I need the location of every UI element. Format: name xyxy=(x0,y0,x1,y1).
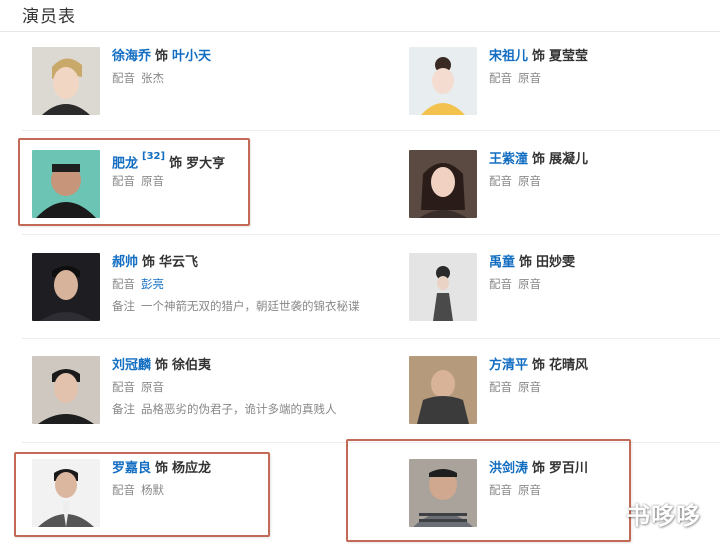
role-name: 华云飞 xyxy=(159,255,199,270)
row-divider xyxy=(22,338,720,339)
role-name: 徐伯夷 xyxy=(172,358,212,373)
actor-name-link[interactable]: 方清平 xyxy=(489,358,528,373)
dubbing-label: 配音 xyxy=(112,277,135,291)
row-divider xyxy=(22,130,720,131)
note-value: 品格恶劣的伪君子，诡计多端的真贱人 xyxy=(141,402,337,416)
actor-name-link[interactable]: 王紫潼 xyxy=(489,152,528,167)
role-name: 花晴风 xyxy=(549,358,589,373)
row-divider xyxy=(22,234,720,235)
cast-card: 方清平饰花晴风 配音 原音 xyxy=(409,356,720,436)
cast-card: 禹童饰田妙雯 配音 原音 xyxy=(409,253,720,333)
note-value: 一个神箭无双的猎户，朝廷世袭的锦衣秘谍 xyxy=(141,299,360,313)
plays-label: 饰 xyxy=(532,152,546,167)
highlight-box xyxy=(346,439,631,542)
dubbing-label: 配音 xyxy=(112,380,135,394)
actor-photo[interactable] xyxy=(32,47,100,115)
plays-label: 饰 xyxy=(155,49,169,64)
dubbing-value: 原音 xyxy=(518,380,541,394)
dubbing-label: 配音 xyxy=(489,277,512,291)
dubbing-label: 配音 xyxy=(489,71,512,85)
plays-label: 饰 xyxy=(532,49,546,64)
plays-label: 饰 xyxy=(519,255,533,270)
note-label: 备注 xyxy=(112,402,135,416)
actor-photo[interactable] xyxy=(32,356,100,424)
plays-label: 饰 xyxy=(155,358,169,373)
section-title: 演员表 xyxy=(22,7,76,27)
dubbing-value: 张杰 xyxy=(141,71,164,85)
actor-name-link[interactable]: 徐海乔 xyxy=(112,49,151,64)
role-name: 田妙雯 xyxy=(536,255,576,270)
role-name: 夏莹莹 xyxy=(549,49,589,64)
cast-card: 郝帅饰华云飞 配音 彭亮 备注 一个神箭无双的猎户，朝廷世袭的锦衣秘谍 xyxy=(32,253,362,333)
actor-name-link[interactable]: 宋祖儿 xyxy=(489,49,528,64)
cast-card: 刘冠麟饰徐伯夷 配音 原音 备注 品格恶劣的伪君子，诡计多端的真贱人 xyxy=(32,356,362,436)
actor-photo[interactable] xyxy=(409,150,477,218)
role-name-link[interactable]: 叶小天 xyxy=(172,49,211,64)
plays-label: 饰 xyxy=(532,358,546,373)
cast-card: 宋祖儿饰夏莹莹 配音 原音 xyxy=(409,47,720,127)
dubbing-value: 原音 xyxy=(518,174,541,188)
dubbing-label: 配音 xyxy=(489,380,512,394)
highlight-box xyxy=(18,138,250,226)
actor-photo[interactable] xyxy=(409,47,477,115)
actor-name-link[interactable]: 刘冠麟 xyxy=(112,358,151,373)
dubbing-value: 原音 xyxy=(518,277,541,291)
dubbing-value-link[interactable]: 彭亮 xyxy=(141,277,164,291)
highlight-box xyxy=(14,452,270,537)
actor-photo[interactable] xyxy=(32,253,100,321)
watermark: 书哆哆 xyxy=(626,502,701,530)
dubbing-label: 配音 xyxy=(112,71,135,85)
plays-label: 饰 xyxy=(142,255,156,270)
role-name: 展凝儿 xyxy=(549,152,589,167)
dubbing-value: 原音 xyxy=(141,380,164,394)
cast-card: 王紫潼饰展凝儿 配音 原音 xyxy=(409,150,720,230)
note-label: 备注 xyxy=(112,299,135,313)
actor-photo[interactable] xyxy=(409,356,477,424)
title-divider xyxy=(0,31,720,32)
dubbing-label: 配音 xyxy=(489,174,512,188)
cast-card: 徐海乔饰叶小天 配音 张杰 xyxy=(32,47,362,127)
dubbing-value: 原音 xyxy=(518,71,541,85)
actor-photo[interactable] xyxy=(409,253,477,321)
actor-name-link[interactable]: 郝帅 xyxy=(112,255,138,270)
actor-name-link[interactable]: 禹童 xyxy=(489,255,515,270)
